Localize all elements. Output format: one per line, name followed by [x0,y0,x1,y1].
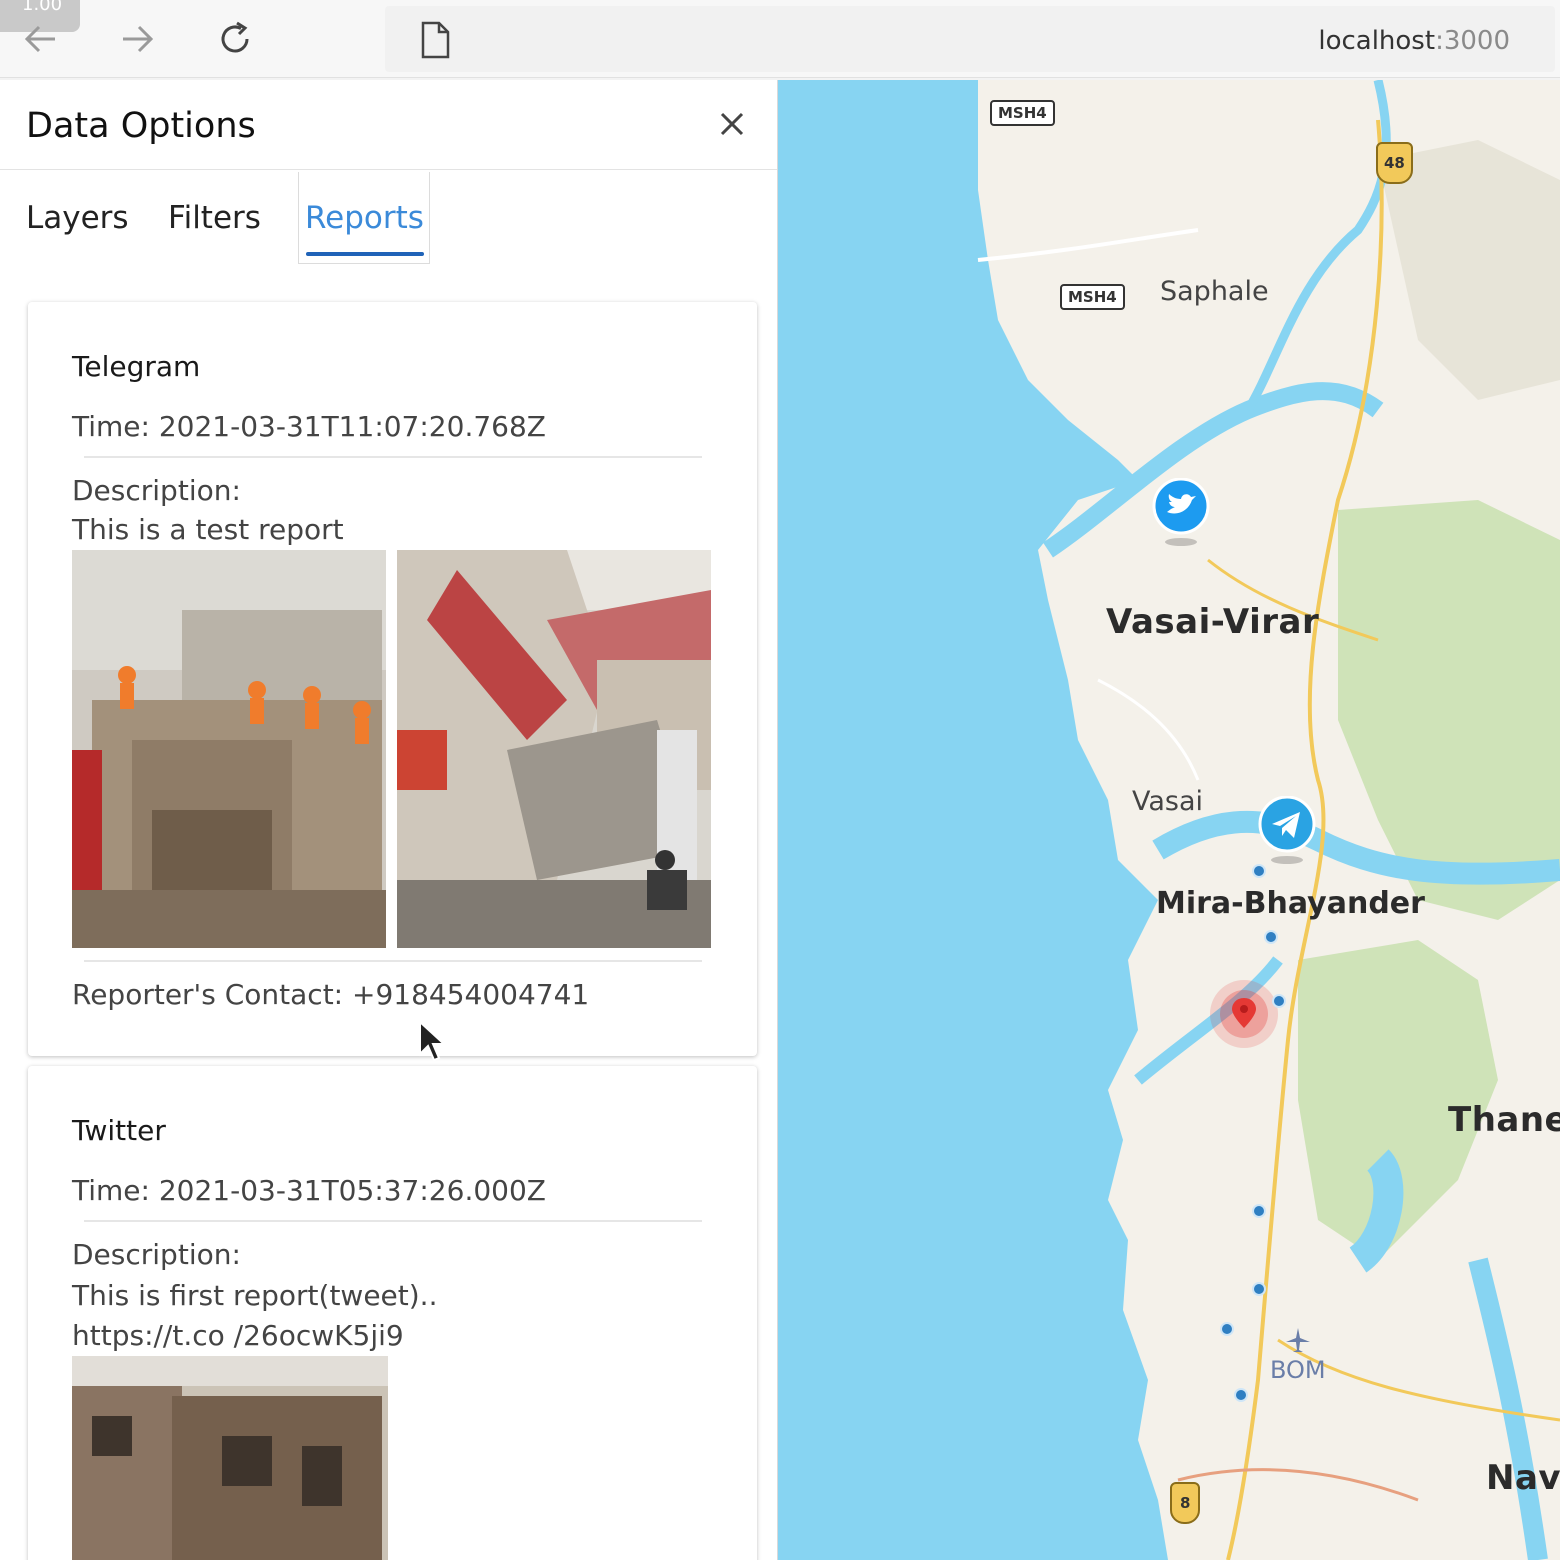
map-label-thane: Thane [1448,1100,1560,1140]
report-photo[interactable] [72,1356,388,1560]
report-source: Twitter [72,1114,166,1147]
map-label-vasai: Vasai [1132,786,1204,817]
report-dot[interactable] [1272,994,1286,1008]
reload-icon [221,21,249,53]
report-dot[interactable] [1252,1282,1266,1296]
description-label: Description: [72,1238,241,1271]
road-shield-msh4: MSH4 [990,100,1055,126]
data-options-panel: Data Options Layers Filters Reports Tele… [0,80,778,1560]
divider [84,1220,702,1222]
report-dot[interactable] [1220,1322,1234,1336]
report-description: This is first report(tweet).. https://t.… [72,1279,438,1352]
panel-header: Data Options [0,80,777,170]
highway-shield-48: 48 [1376,142,1413,184]
report-card[interactable]: Twitter Time: 2021-03-31T05:37:26.000Z D… [28,1066,757,1560]
report-time: Time: 2021-03-31T11:07:20.768Z [72,410,546,443]
tab-reports[interactable]: Reports [305,200,424,236]
description-label: Description: [72,474,241,507]
divider [84,456,702,458]
arrow-left-icon [24,25,55,53]
page-icon [421,21,450,59]
tab-active-indicator [306,252,424,256]
report-photo[interactable] [397,550,711,948]
forward-button[interactable] [112,14,162,64]
map-view[interactable]: MSH4 MSH4 48 8 Saphale Vasai-Virar Vasai… [778,80,1560,1560]
reporter-contact: Reporter's Contact: +918454004741 [72,978,590,1011]
tab-layers[interactable]: Layers [26,200,129,236]
report-source: Telegram [72,350,201,383]
report-dot[interactable] [1252,1204,1266,1218]
address-bar[interactable]: localhost:3000 [385,6,1555,72]
airport-icon [1286,1328,1310,1352]
map-label-vasai-virar: Vasai-Virar [1106,602,1320,642]
report-dot[interactable] [1264,930,1278,944]
road-shield-msh4: MSH4 [1060,284,1125,310]
alert-location-marker-icon[interactable] [1208,978,1280,1050]
report-card[interactable]: Telegram Time: 2021-03-31T11:07:20.768Z … [28,302,757,1056]
report-dot[interactable] [1234,1388,1248,1402]
map-label-bom-airport: BOM [1270,1356,1326,1384]
panel-tabs: Layers Filters Reports [0,172,777,270]
highway-shield-8: 8 [1170,1482,1201,1524]
close-icon[interactable] [716,108,748,140]
browser-toolbar: 1.00 localhost:3000 [0,0,1560,78]
tab-filters[interactable]: Filters [168,200,261,236]
twitter-marker-icon[interactable] [1150,478,1212,550]
map-label-mira-bhayander: Mira-Bhayander [1156,886,1425,921]
telegram-marker-icon[interactable] [1256,796,1318,868]
divider [84,960,702,962]
map-label-navi: Navi [1486,1458,1560,1498]
url-text: localhost:3000 [1318,26,1510,56]
reload-button[interactable] [210,14,260,64]
report-photo[interactable] [72,550,386,948]
report-description: This is a test report [72,513,344,546]
arrow-right-icon [123,25,154,53]
report-dot[interactable] [1252,864,1266,878]
panel-title: Data Options [26,106,256,146]
report-time: Time: 2021-03-31T05:37:26.000Z [72,1174,546,1207]
map-label-saphale: Saphale [1160,276,1269,307]
mouse-cursor-icon [419,1020,447,1062]
back-button[interactable] [16,14,66,64]
